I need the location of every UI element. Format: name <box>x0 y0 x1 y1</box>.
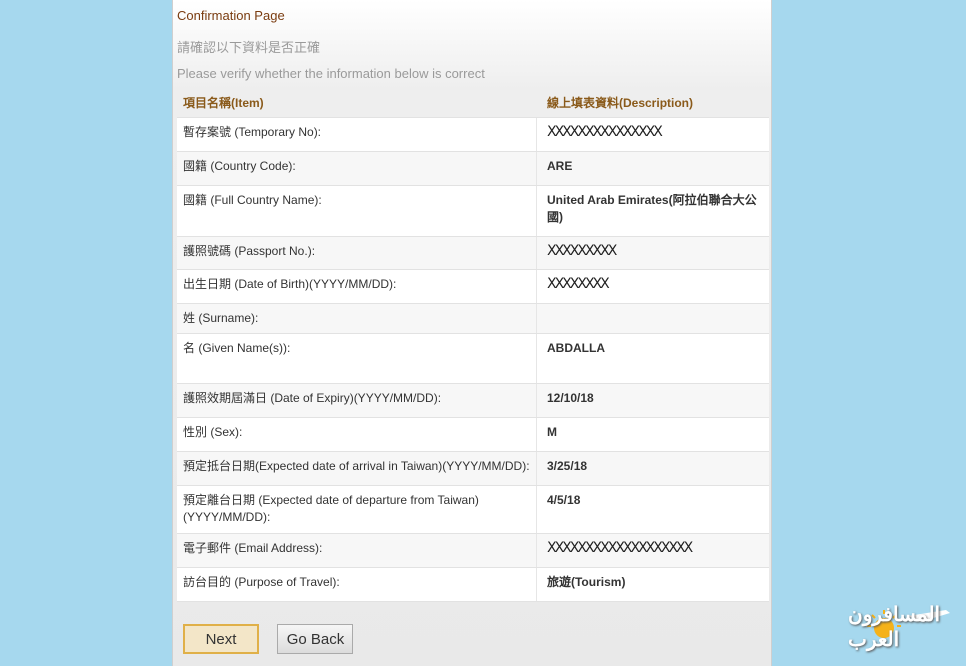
table-row: 出生日期 (Date of Birth)(YYYY/MM/DD): XXXXXX… <box>177 270 769 304</box>
row-item-label: 暫存案號 (Temporary No): <box>177 118 537 151</box>
row-value: 3/25/18 <box>547 459 588 473</box>
row-value <box>537 304 769 333</box>
row-item-label: 性別 (Sex): <box>177 418 537 451</box>
row-item-label: 出生日期 (Date of Birth)(YYYY/MM/DD): <box>177 270 537 303</box>
table-row: 電子郵件 (Email Address): XXXXXXXXXXXXXXXXXX… <box>177 534 769 568</box>
row-item-label: 國籍 (Full Country Name): <box>177 186 537 236</box>
table-row: 預定離台日期 (Expected date of departure from … <box>177 486 769 534</box>
go-back-button[interactable]: Go Back <box>277 624 354 654</box>
row-item-label: 國籍 (Country Code): <box>177 152 537 185</box>
next-button[interactable]: Next <box>183 624 259 654</box>
table-header-row: 項目名稱(Item) 線上填表資料(Description) <box>177 88 769 118</box>
table-row: 姓 (Surname): <box>177 304 769 334</box>
row-item-label: 護照號碼 (Passport No.): <box>177 237 537 269</box>
site-watermark-logo: المسافرون العرب <box>848 602 960 660</box>
table-row: 暫存案號 (Temporary No): XXXXXXXXXXXXXXX <box>177 118 769 152</box>
row-value: XXXXXXXXXXXXXXX <box>547 124 663 140</box>
row-value: M <box>547 425 557 439</box>
row-value: 4/5/18 <box>547 493 581 507</box>
row-value: 旅遊(Tourism) <box>547 575 626 589</box>
subtitle-chinese: 請確認以下資料是否正確 <box>177 40 321 55</box>
row-value: XXXXXXXX <box>547 276 610 292</box>
row-item-label: 名 (Given Name(s)): <box>177 334 537 383</box>
page-title: Confirmation Page <box>177 8 285 23</box>
row-item-label: 訪台目的 (Purpose of Travel): <box>177 568 537 601</box>
row-item-label: 預定抵台日期(Expected date of arrival in Taiwa… <box>177 452 537 485</box>
table-row: 國籍 (Full Country Name): United Arab Emir… <box>177 186 769 237</box>
subtitle-english: Please verify whether the information be… <box>177 66 485 81</box>
row-item-label: 電子郵件 (Email Address): <box>177 534 537 567</box>
confirmation-table: 項目名稱(Item) 線上填表資料(Description) 暫存案號 (Tem… <box>177 88 769 602</box>
header-item: 項目名稱(Item) <box>183 96 264 110</box>
watermark-text: المسافرون العرب <box>848 604 941 651</box>
button-bar: Next Go Back <box>183 624 367 654</box>
table-row: 國籍 (Country Code): ARE <box>177 152 769 186</box>
table-row: 護照效期屆滿日 (Date of Expiry)(YYYY/MM/DD): 12… <box>177 384 769 418</box>
row-value: ABDALLA <box>547 341 605 355</box>
confirmation-panel: Confirmation Page 請確認以下資料是否正確 Please ver… <box>172 0 772 666</box>
row-value: 12/10/18 <box>547 391 594 405</box>
header-description: 線上填表資料(Description) <box>547 96 694 110</box>
table-row: 預定抵台日期(Expected date of arrival in Taiwa… <box>177 452 769 486</box>
row-item-label: 護照效期屆滿日 (Date of Expiry)(YYYY/MM/DD): <box>177 384 537 417</box>
table-row: 護照號碼 (Passport No.): XXXXXXXXX <box>177 237 769 270</box>
table-row: 訪台目的 (Purpose of Travel): 旅遊(Tourism) <box>177 568 769 602</box>
row-value: ARE <box>547 159 573 173</box>
row-item-label: 姓 (Surname): <box>177 304 537 333</box>
row-value: United Arab Emirates(阿拉伯聯合大公國) <box>547 193 757 224</box>
row-value: XXXXXXXXX <box>547 243 617 259</box>
table-row: 名 (Given Name(s)): ABDALLA <box>177 334 769 384</box>
row-value: XXXXXXXXXXXXXXXXXXX <box>547 540 693 556</box>
table-row: 性別 (Sex): M <box>177 418 769 452</box>
row-item-label: 預定離台日期 (Expected date of departure from … <box>177 486 537 533</box>
